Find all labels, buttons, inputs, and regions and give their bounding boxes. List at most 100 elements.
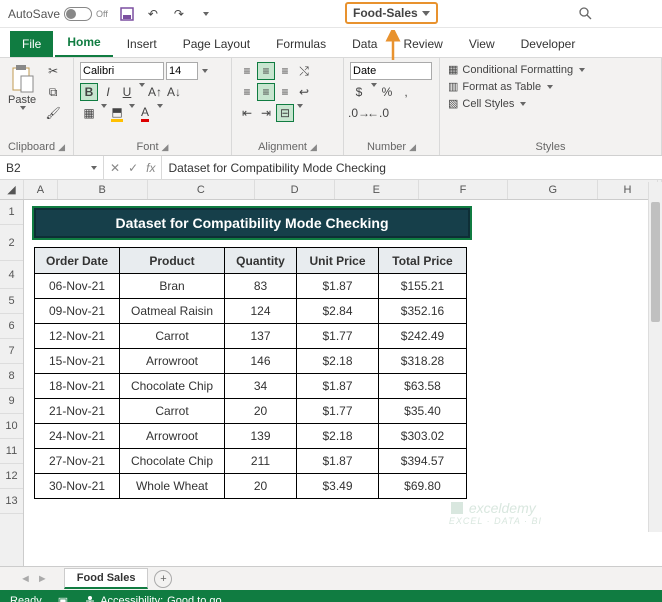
table-cell[interactable]: $1.87: [297, 374, 379, 399]
decrease-font-icon[interactable]: A↓: [165, 83, 183, 101]
table-cell[interactable]: $2.18: [297, 424, 379, 449]
table-cell[interactable]: $1.77: [297, 324, 379, 349]
number-format-select[interactable]: [350, 62, 432, 80]
percent-icon[interactable]: %: [378, 83, 396, 101]
macro-record-icon[interactable]: ▣: [58, 595, 68, 602]
align-left-icon[interactable]: ≡: [238, 83, 256, 101]
filename-dropdown[interactable]: Food-Sales: [345, 2, 438, 24]
currency-icon[interactable]: $: [350, 83, 368, 101]
increase-decimal-icon[interactable]: .0→: [350, 104, 368, 122]
table-cell[interactable]: $1.87: [297, 274, 379, 299]
table-cell[interactable]: Chocolate Chip: [120, 449, 225, 474]
table-cell[interactable]: 20: [225, 474, 297, 499]
new-sheet-button[interactable]: +: [154, 570, 172, 588]
table-cell[interactable]: $155.21: [379, 274, 467, 299]
qat-dropdown-icon[interactable]: [196, 5, 214, 23]
fx-icon[interactable]: fx: [146, 161, 155, 175]
toggle-off-icon[interactable]: [64, 7, 92, 21]
table-cell[interactable]: $1.87: [297, 449, 379, 474]
table-cell[interactable]: 124: [225, 299, 297, 324]
chevron-down-icon[interactable]: [371, 83, 377, 87]
dataset-title-cell[interactable]: Dataset for Compatibility Mode Checking: [34, 208, 470, 238]
table-cell[interactable]: Carrot: [120, 324, 225, 349]
increase-font-icon[interactable]: A↑: [146, 83, 164, 101]
decrease-indent-icon[interactable]: ⇤: [238, 104, 256, 122]
table-cell[interactable]: 21-Nov-21: [35, 399, 120, 424]
formula-input[interactable]: Dataset for Compatibility Mode Checking: [162, 156, 662, 179]
accessibility-status[interactable]: Accessibility: Good to go: [84, 595, 221, 602]
table-cell[interactable]: $69.80: [379, 474, 467, 499]
prev-sheet-icon[interactable]: ◄: [20, 573, 31, 585]
chevron-down-icon[interactable]: [101, 104, 107, 108]
merge-center-icon[interactable]: ⊟: [276, 104, 294, 122]
row-header-13[interactable]: 13: [0, 489, 23, 514]
row-header-1[interactable]: 1: [0, 200, 23, 225]
conditional-formatting-button[interactable]: ▦Conditional Formatting: [446, 62, 655, 77]
table-cell[interactable]: Arrowroot: [120, 349, 225, 374]
table-cell[interactable]: $2.84: [297, 299, 379, 324]
sheet-nav-arrows[interactable]: ◄►: [20, 573, 58, 585]
comma-icon[interactable]: ,: [397, 83, 415, 101]
format-as-table-button[interactable]: ▥Format as Table: [446, 79, 655, 94]
font-name-select[interactable]: [80, 62, 164, 80]
table-cell[interactable]: Oatmeal Raisin: [120, 299, 225, 324]
row-header-12[interactable]: 12: [0, 464, 23, 489]
table-cell[interactable]: 12-Nov-21: [35, 324, 120, 349]
col-header-c[interactable]: C: [148, 180, 256, 199]
dialog-launcher-icon[interactable]: ◢: [409, 142, 416, 153]
row-header-9[interactable]: 9: [0, 389, 23, 414]
col-header-e[interactable]: E: [335, 180, 419, 199]
tab-developer[interactable]: Developer: [509, 31, 588, 57]
align-center-icon[interactable]: ≡: [257, 83, 275, 101]
cut-icon[interactable]: ✂: [44, 62, 62, 80]
orientation-icon[interactable]: ⤭: [295, 62, 313, 80]
tab-insert[interactable]: Insert: [115, 31, 169, 57]
dialog-launcher-icon[interactable]: ◢: [310, 142, 317, 153]
search-icon[interactable]: [578, 6, 592, 23]
paste-button[interactable]: Paste: [6, 62, 38, 112]
row-header-2[interactable]: 2: [0, 225, 23, 261]
name-box[interactable]: B2: [0, 156, 104, 179]
copy-icon[interactable]: ⧉: [44, 83, 62, 101]
redo-icon[interactable]: ↷: [170, 5, 188, 23]
table-cell[interactable]: Bran: [120, 274, 225, 299]
header-product[interactable]: Product: [120, 248, 225, 274]
align-bottom-icon[interactable]: ≡: [276, 62, 294, 80]
align-middle-icon[interactable]: ≡: [257, 62, 275, 80]
font-color-icon[interactable]: A: [136, 104, 154, 122]
header-total-price[interactable]: Total Price: [379, 248, 467, 274]
table-cell[interactable]: Carrot: [120, 399, 225, 424]
font-size-select[interactable]: [166, 62, 198, 80]
align-right-icon[interactable]: ≡: [276, 83, 294, 101]
italic-button[interactable]: I: [99, 83, 117, 101]
row-header-10[interactable]: 10: [0, 414, 23, 439]
table-cell[interactable]: 18-Nov-21: [35, 374, 120, 399]
header-quantity[interactable]: Quantity: [225, 248, 297, 274]
col-header-g[interactable]: G: [508, 180, 598, 199]
table-cell[interactable]: 137: [225, 324, 297, 349]
table-cell[interactable]: $394.57: [379, 449, 467, 474]
table-cell[interactable]: $3.49: [297, 474, 379, 499]
table-cell[interactable]: 20: [225, 399, 297, 424]
cells-grid[interactable]: Dataset for Compatibility Mode Checking …: [24, 200, 662, 566]
cancel-icon[interactable]: ✕: [110, 161, 120, 175]
underline-button[interactable]: U: [118, 83, 136, 101]
decrease-decimal-icon[interactable]: ←.0: [369, 104, 387, 122]
table-cell[interactable]: 24-Nov-21: [35, 424, 120, 449]
table-cell[interactable]: $303.02: [379, 424, 467, 449]
table-cell[interactable]: 83: [225, 274, 297, 299]
col-header-f[interactable]: F: [419, 180, 509, 199]
row-header-8[interactable]: 8: [0, 364, 23, 389]
tab-formulas[interactable]: Formulas: [264, 31, 338, 57]
table-cell[interactable]: 211: [225, 449, 297, 474]
chevron-down-icon[interactable]: [129, 104, 135, 108]
enter-icon[interactable]: ✓: [128, 161, 138, 175]
tab-file[interactable]: File: [10, 31, 53, 57]
row-header-11[interactable]: 11: [0, 439, 23, 464]
format-painter-icon[interactable]: 🖌: [44, 104, 62, 122]
table-cell[interactable]: 34: [225, 374, 297, 399]
col-header-a[interactable]: A: [24, 180, 58, 199]
table-cell[interactable]: 15-Nov-21: [35, 349, 120, 374]
table-cell[interactable]: 139: [225, 424, 297, 449]
autosave-toggle[interactable]: AutoSave Off: [8, 7, 108, 21]
